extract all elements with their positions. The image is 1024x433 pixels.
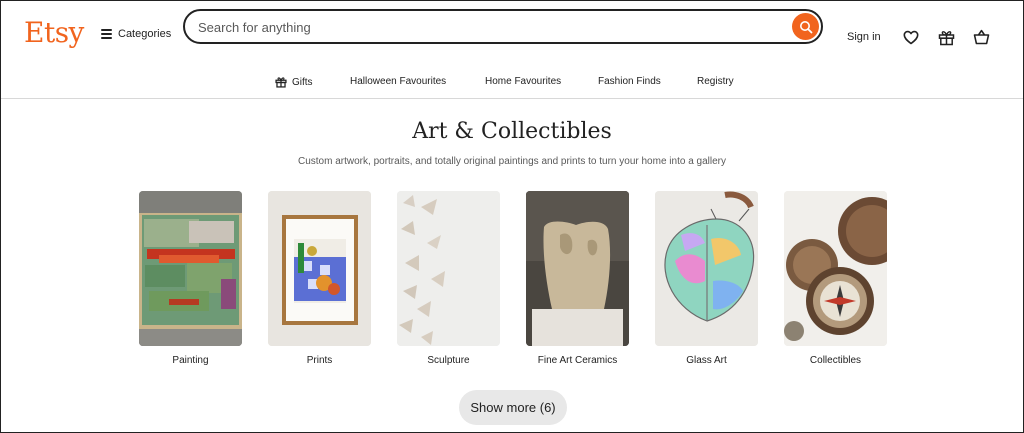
cart-button[interactable] bbox=[972, 28, 990, 46]
shopping-bag-icon bbox=[973, 29, 989, 45]
search-icon bbox=[799, 20, 812, 33]
search-button[interactable] bbox=[792, 13, 819, 40]
show-more-button[interactable]: Show more (6) bbox=[459, 390, 567, 425]
etsy-logo[interactable]: Etsy bbox=[24, 17, 84, 49]
category-label: Sculpture bbox=[427, 355, 470, 366]
painting-image bbox=[139, 191, 242, 346]
category-label: Glass Art bbox=[686, 355, 727, 366]
category-card-fine-art-ceramics[interactable]: Fine Art Ceramics bbox=[526, 191, 629, 366]
nav-item-gifts[interactable]: Gifts bbox=[275, 76, 313, 88]
categories-button[interactable]: Categories bbox=[101, 28, 171, 40]
page-frame: Etsy Categories Sign in bbox=[0, 0, 1024, 433]
heart-icon bbox=[903, 30, 919, 44]
print-image bbox=[268, 191, 371, 346]
categories-label: Categories bbox=[118, 28, 172, 40]
nav-item-fashion-finds[interactable]: Fashion Finds bbox=[598, 76, 661, 87]
category-label: Painting bbox=[172, 355, 209, 366]
favorites-button[interactable] bbox=[902, 28, 920, 46]
gift-button[interactable] bbox=[937, 28, 955, 46]
category-nav: Gifts Halloween Favourites Home Favourit… bbox=[1, 63, 1023, 99]
category-label: Fine Art Ceramics bbox=[537, 355, 618, 366]
nav-item-label: Gifts bbox=[292, 76, 313, 88]
page-subtitle: Custom artwork, portraits, and totally o… bbox=[298, 156, 726, 167]
category-label: Prints bbox=[306, 355, 333, 366]
site-header: Etsy Categories Sign in bbox=[1, 1, 1023, 63]
sculpture-image bbox=[397, 191, 500, 346]
collectibles-image bbox=[784, 191, 887, 346]
search-input[interactable] bbox=[198, 17, 778, 37]
category-card-collectibles[interactable]: Collectibles bbox=[784, 191, 887, 366]
category-label: Collectibles bbox=[809, 355, 862, 366]
category-card-painting[interactable]: Painting bbox=[139, 191, 242, 366]
menu-icon bbox=[101, 29, 112, 39]
nav-item-halloween-favourites[interactable]: Halloween Favourites bbox=[350, 76, 446, 87]
nav-item-registry[interactable]: Registry bbox=[697, 76, 734, 87]
nav-item-home-favourites[interactable]: Home Favourites bbox=[485, 76, 561, 87]
glass-art-image bbox=[655, 191, 758, 346]
category-card-glass-art[interactable]: Glass Art bbox=[655, 191, 758, 366]
category-card-prints[interactable]: Prints bbox=[268, 191, 371, 366]
page-title: Art & Collectibles bbox=[412, 119, 612, 144]
category-card-sculpture[interactable]: Sculpture bbox=[397, 191, 500, 366]
gift-icon bbox=[275, 77, 287, 88]
search-bar bbox=[183, 9, 823, 44]
gift-icon bbox=[938, 30, 954, 45]
sign-in-link[interactable]: Sign in bbox=[847, 31, 881, 43]
ceramics-image bbox=[526, 191, 629, 346]
